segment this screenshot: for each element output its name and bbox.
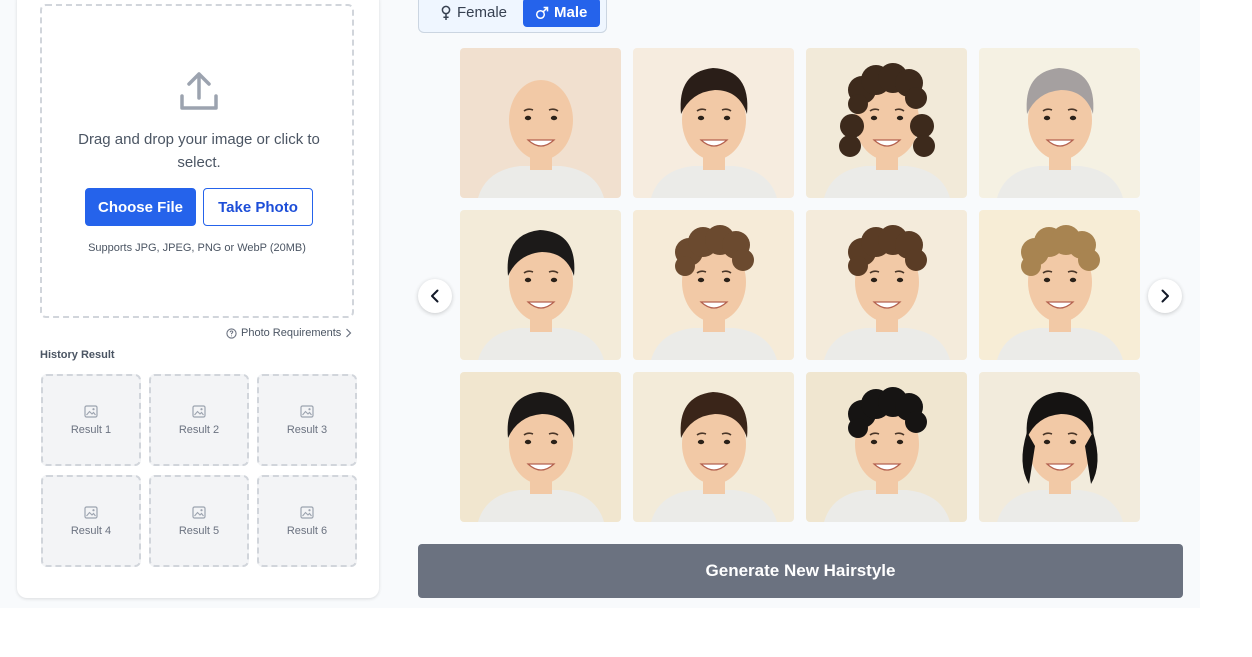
hairstyle-option-curly-medium-brown[interactable]	[633, 210, 794, 360]
hairstyle-option-curly-top-brown[interactable]	[806, 210, 967, 360]
male-label: Male	[554, 4, 588, 21]
take-photo-button[interactable]: Take Photo	[203, 188, 313, 226]
image-placeholder-icon	[300, 404, 314, 418]
drop-instructions: Drag and drop your image or click to sel…	[78, 131, 320, 171]
portrait-illustration	[478, 392, 604, 522]
hairstyle-option-long-curly-brown[interactable]	[806, 48, 967, 198]
portrait-illustration	[651, 68, 777, 198]
portrait-illustration	[824, 387, 950, 522]
portrait-illustration	[824, 225, 950, 360]
female-label: Female	[457, 4, 508, 21]
chevron-left-icon	[431, 289, 439, 303]
photo-requirements-label: Photo Requirements	[241, 327, 342, 339]
image-placeholder-icon	[192, 505, 206, 519]
portrait-illustration	[651, 392, 777, 522]
photo-requirements-link[interactable]: Photo Requirements	[226, 327, 352, 339]
portrait-illustration	[478, 80, 604, 198]
female-symbol-icon	[441, 5, 451, 20]
portrait-illustration	[478, 230, 604, 360]
upload-icon	[180, 72, 218, 110]
prev-page-button[interactable]	[418, 279, 452, 313]
history-result-slot[interactable]: Result 1	[41, 374, 141, 466]
history-result-label: Result 2	[178, 423, 220, 436]
male-symbol-icon	[535, 6, 549, 19]
hairstyle-option-black-side-part[interactable]	[460, 372, 621, 522]
hairstyle-option-black-layered-long[interactable]	[979, 372, 1140, 522]
portrait-illustration	[997, 225, 1123, 360]
hairstyle-option-black-textured-crop[interactable]	[460, 210, 621, 360]
history-result-slot[interactable]: Result 5	[149, 475, 249, 567]
portrait-illustration	[651, 225, 777, 360]
history-result-slot[interactable]: Result 6	[257, 475, 357, 567]
choose-file-button[interactable]: Choose File	[85, 188, 196, 226]
history-result-label: Result 5	[178, 524, 220, 537]
female-button[interactable]: Female	[431, 0, 527, 27]
upload-dropzone[interactable]: Drag and drop your image or click to sel…	[40, 4, 354, 318]
history-result-slot[interactable]: Result 4	[41, 475, 141, 567]
chevron-right-small-icon	[346, 328, 352, 338]
male-button[interactable]: Male	[523, 0, 600, 27]
question-circle-icon	[226, 327, 237, 339]
gender-toggle: Female Male	[418, 0, 607, 33]
history-result-heading: History Result	[40, 349, 115, 361]
image-placeholder-icon	[300, 505, 314, 519]
hairstyle-option-bald[interactable]	[460, 48, 621, 198]
hairstyle-option-short-dark-fringe[interactable]	[633, 48, 794, 198]
history-result-slot[interactable]: Result 2	[149, 374, 249, 466]
portrait-illustration	[824, 63, 950, 198]
supported-formats: Supports JPG, JPEG, PNG or WebP (20MB)	[88, 242, 306, 254]
generate-hairstyle-button[interactable]: Generate New Hairstyle	[418, 544, 1183, 598]
history-result-label: Result 1	[70, 423, 112, 436]
hairstyle-option-silver-textured[interactable]	[979, 48, 1140, 198]
history-result-label: Result 4	[70, 524, 112, 537]
history-result-slot[interactable]: Result 3	[257, 374, 357, 466]
hairstyle-option-brown-bowl-cut[interactable]	[633, 372, 794, 522]
image-placeholder-icon	[84, 404, 98, 418]
next-page-button[interactable]	[1148, 279, 1182, 313]
hairstyle-option-black-curly-perm[interactable]	[806, 372, 967, 522]
hairstyle-option-curly-blonde[interactable]	[979, 210, 1140, 360]
history-result-label: Result 6	[286, 524, 328, 537]
image-placeholder-icon	[192, 404, 206, 418]
portrait-illustration	[997, 392, 1123, 522]
chevron-right-icon	[1161, 289, 1169, 303]
image-placeholder-icon	[84, 505, 98, 519]
portrait-illustration	[997, 68, 1123, 198]
history-result-label: Result 3	[286, 423, 328, 436]
